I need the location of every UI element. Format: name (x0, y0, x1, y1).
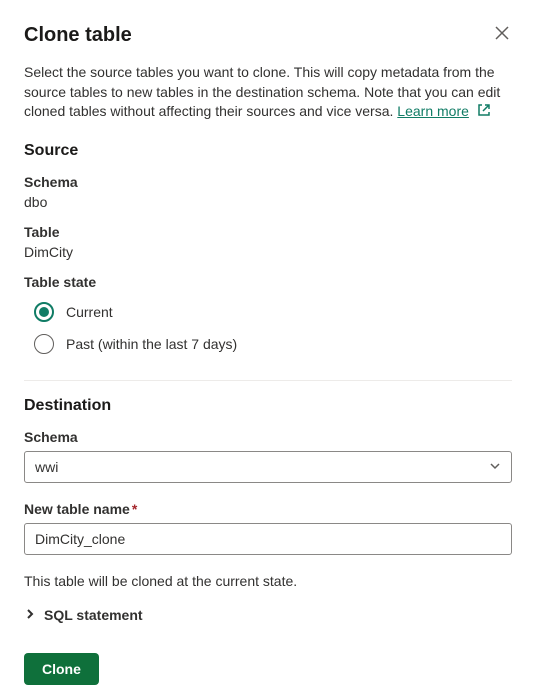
section-divider (24, 380, 512, 381)
radio-current[interactable]: Current (24, 296, 512, 328)
dialog-title: Clone table (24, 24, 132, 47)
table-state-radio-group: Current Past (within the last 7 days) (24, 296, 512, 360)
radio-past-label: Past (within the last 7 days) (66, 336, 237, 352)
required-indicator: * (132, 501, 137, 517)
source-table-value: DimCity (24, 244, 512, 260)
destination-schema-label: Schema (24, 429, 512, 445)
table-state-label: Table state (24, 274, 512, 290)
close-icon (495, 26, 509, 43)
external-link-icon (477, 103, 491, 123)
source-schema-label: Schema (24, 174, 512, 190)
destination-schema-value: wwi (35, 459, 58, 475)
sql-statement-toggle[interactable]: SQL statement (24, 607, 512, 623)
destination-heading: Destination (24, 397, 512, 415)
radio-past[interactable]: Past (within the last 7 days) (24, 328, 512, 360)
source-heading: Source (24, 142, 512, 160)
radio-unselected-icon (34, 334, 54, 354)
learn-more-link[interactable]: Learn more (397, 103, 469, 119)
dialog-description: Select the source tables you want to clo… (24, 63, 512, 122)
clone-button[interactable]: Clone (24, 653, 99, 685)
chevron-down-icon (489, 459, 501, 475)
destination-schema-select[interactable]: wwi (24, 451, 512, 483)
radio-current-label: Current (66, 304, 113, 320)
chevron-right-icon (24, 607, 36, 623)
new-table-name-label: New table name* (24, 501, 512, 517)
new-table-name-input[interactable] (24, 523, 512, 555)
sql-statement-label: SQL statement (44, 607, 143, 623)
close-button[interactable] (492, 24, 512, 44)
clone-state-info: This table will be cloned at the current… (24, 573, 512, 589)
radio-selected-icon (34, 302, 54, 322)
source-schema-value: dbo (24, 194, 512, 210)
source-table-label: Table (24, 224, 512, 240)
